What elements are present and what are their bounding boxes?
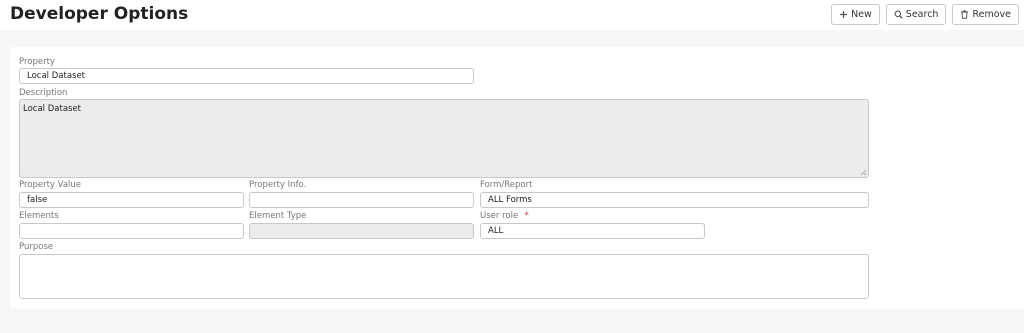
elements-input[interactable]: [19, 223, 244, 239]
description-text: Local Dataset: [23, 104, 82, 114]
property-info-label: Property Info.: [249, 180, 307, 190]
elements-label: Elements: [19, 211, 59, 221]
new-button[interactable]: New: [831, 4, 880, 25]
element-type-input[interactable]: [249, 223, 474, 239]
user-role-input[interactable]: ALL: [480, 223, 705, 239]
purpose-textarea[interactable]: [19, 254, 869, 299]
header-bar: Developer Options New Search Remove: [0, 0, 1024, 30]
remove-button-label: Remove: [972, 9, 1011, 20]
form-report-label: Form/Report: [480, 180, 533, 190]
property-info-input[interactable]: [249, 192, 474, 208]
remove-button[interactable]: Remove: [952, 4, 1019, 25]
search-button[interactable]: Search: [885, 4, 947, 25]
property-label: Property: [19, 57, 55, 67]
form-card: Property Local Dataset Description Local…: [10, 47, 1024, 309]
new-button-label: New: [851, 9, 872, 20]
purpose-label: Purpose: [19, 242, 54, 252]
description-textarea[interactable]: Local Dataset: [19, 99, 869, 178]
property-value-input[interactable]: false: [19, 192, 244, 208]
page-title: Developer Options: [10, 4, 189, 24]
resize-grip-icon[interactable]: [860, 169, 867, 176]
toolbar: New Search Remove: [831, 4, 1019, 25]
user-role-label-text: User role: [480, 211, 519, 221]
search-button-label: Search: [905, 9, 939, 20]
plus-icon: [839, 10, 848, 19]
description-label: Description: [19, 88, 68, 98]
user-role-label: User role *: [480, 211, 529, 221]
magnifier-icon: [894, 10, 903, 19]
element-type-label: Element Type: [249, 211, 307, 221]
property-value-label: Property Value: [19, 180, 82, 190]
form-report-input[interactable]: ALL Forms: [480, 192, 869, 208]
trash-icon: [960, 10, 969, 19]
required-mark: *: [524, 211, 529, 221]
property-input[interactable]: Local Dataset: [19, 68, 474, 84]
